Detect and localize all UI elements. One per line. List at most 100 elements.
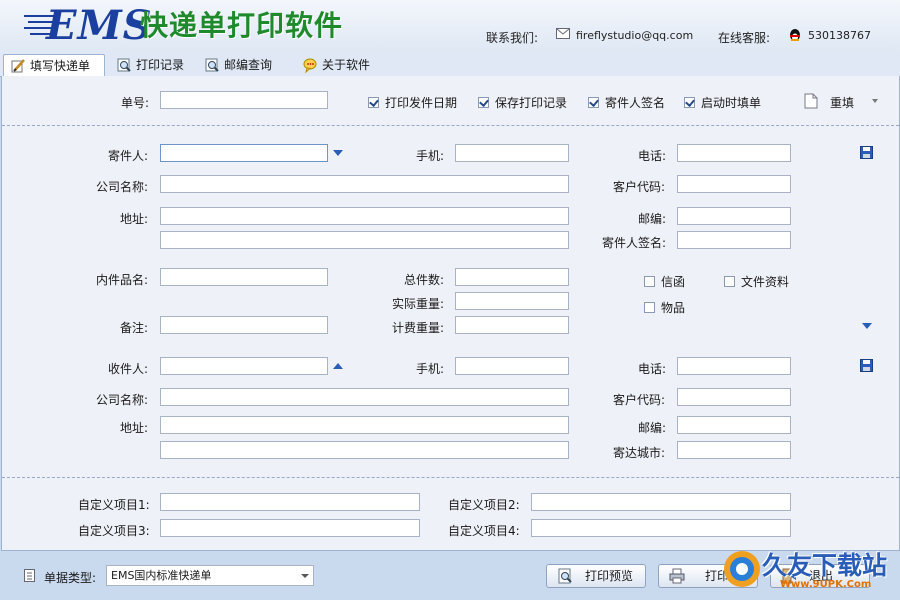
print-date-checkbox[interactable]: 打印发件日期 [368,94,457,111]
sender-signature-checkbox[interactable]: 寄件人签名 [588,94,665,111]
separator [2,477,899,478]
sender-mobile-label: 手机: [416,149,445,163]
receiver-mobile-input[interactable] [455,357,569,375]
printer-icon [669,568,685,584]
tab-about[interactable]: 关于软件 [296,54,386,76]
magnifier-doc-icon [117,58,131,72]
sender-address-input-2[interactable] [160,231,569,249]
documents-checkbox[interactable]: 文件资料 [724,273,789,290]
sender-mobile-input[interactable] [455,144,569,162]
custom-item-1-input[interactable] [160,493,420,511]
tab-label: 邮编查询 [224,58,273,72]
custom-item-2-label: 自定义项目2: [448,498,520,512]
watermark-url: Www.9UPK.Com [780,579,872,590]
form-panel: 单号: 打印发件日期 保存打印记录 寄件人签名 启动时填单 重填 寄件人: 手机… [1,76,900,551]
item-name-label: 内件品名: [96,273,149,287]
tab-label: 关于软件 [322,58,371,72]
actual-weight-input[interactable] [455,292,569,310]
save-record-checkbox[interactable]: 保存打印记录 [478,94,567,111]
sender-phone-input[interactable] [677,144,791,162]
document-type-label: 单据类型: [44,571,97,585]
sender-customer-code-input[interactable] [677,175,791,193]
sender-company-label: 公司名称: [96,180,149,194]
dropdown-arrow-icon [872,99,878,103]
magnifier-doc-icon [205,58,219,72]
sender-signature-label: 寄件人签名: [602,236,667,250]
sender-name-input[interactable] [160,144,328,162]
tab-print-records[interactable]: 打印记录 [110,54,200,76]
tab-zip-lookup[interactable]: 邮编查询 [198,54,288,76]
sender-expand-icon[interactable] [333,150,343,156]
print-preview-button[interactable]: 打印预览 [546,564,646,588]
sender-signature-input[interactable] [677,231,791,249]
receiver-zip-input[interactable] [677,416,791,434]
receiver-address-input-1[interactable] [160,416,569,434]
checkbox-box [684,97,695,108]
chevron-down-icon [301,574,309,578]
checkbox-label: 寄件人签名 [605,96,666,110]
note-input[interactable] [160,316,328,334]
item-expand-icon[interactable] [862,323,872,329]
save-receiver-icon[interactable] [860,359,873,372]
receiver-zip-label: 邮编: [638,421,667,435]
receiver-collapse-icon[interactable] [333,363,343,369]
document-type-select[interactable]: EMS国内标准快递单 [106,565,314,586]
sender-address-label: 地址: [120,212,149,226]
fill-on-start-checkbox[interactable]: 启动时填单 [684,94,761,111]
tab-label: 打印记录 [136,58,185,72]
contact-email[interactable]: fireflystudio@qq.com [576,29,693,42]
checkbox-label: 启动时填单 [701,96,762,110]
charge-weight-label: 计费重量: [392,321,445,335]
custom-item-4-input[interactable] [531,519,791,537]
letter-checkbox[interactable]: 信函 [644,273,685,290]
tab-label: 填写快递单 [30,59,91,73]
receiver-label: 收件人: [108,362,149,376]
actual-weight-label: 实际重量: [392,297,445,311]
sender-company-input[interactable] [160,175,569,193]
checkbox-label: 保存打印记录 [495,96,568,110]
order-number-label: 单号: [121,96,150,110]
save-sender-icon[interactable] [860,146,873,159]
sender-customer-code-label: 客户代码: [613,180,666,194]
receiver-phone-input[interactable] [677,357,791,375]
service-qq[interactable]: 530138767 [808,29,871,42]
receiver-name-input[interactable] [160,357,328,375]
note-label: 备注: [120,321,149,335]
checkbox-label: 打印发件日期 [385,96,458,110]
receiver-address-label: 地址: [120,421,149,435]
sender-address-input-1[interactable] [160,207,569,225]
order-number-input[interactable] [160,91,328,109]
checkbox-box [644,302,655,313]
sender-phone-label: 电话: [638,149,667,163]
receiver-address-input-2[interactable] [160,441,569,459]
pencil-icon [11,59,25,73]
chat-icon [303,58,317,73]
button-label: 打印预览 [585,569,634,583]
custom-item-2-input[interactable] [531,493,791,511]
ems-logo: EMS [46,2,153,49]
charge-weight-input[interactable] [455,316,569,334]
item-count-input[interactable] [455,268,569,286]
receiver-customer-code-label: 客户代码: [613,393,666,407]
goods-checkbox[interactable]: 物品 [644,299,685,316]
receiver-company-input[interactable] [160,388,569,406]
app-title: 快递单打印软件 [140,9,344,42]
item-count-label: 总件数: [404,273,445,287]
tab-bar: 填写快递单 打印记录 邮编查询 关于软件 [0,52,900,78]
sender-zip-input[interactable] [677,207,791,225]
app-header: EMS 快递单打印软件 联系我们: fireflystudio@qq.com 在… [0,0,900,52]
sender-label: 寄件人: [108,149,149,163]
destination-city-input[interactable] [677,441,791,459]
item-name-input[interactable] [160,268,328,286]
watermark-text: 久友下载站 [762,551,888,580]
checkbox-label: 物品 [661,301,686,315]
custom-item-3-input[interactable] [160,519,420,537]
site-watermark: 久友下载站 Www.9UPK.Com [720,544,898,596]
checkbox-box [644,276,655,287]
receiver-mobile-label: 手机: [416,362,445,376]
reset-button[interactable]: 重填 [804,91,884,111]
receiver-customer-code-input[interactable] [677,388,791,406]
checkbox-box [368,97,379,108]
tab-fill-form[interactable]: 填写快递单 [3,54,105,78]
receiver-phone-label: 电话: [638,362,667,376]
